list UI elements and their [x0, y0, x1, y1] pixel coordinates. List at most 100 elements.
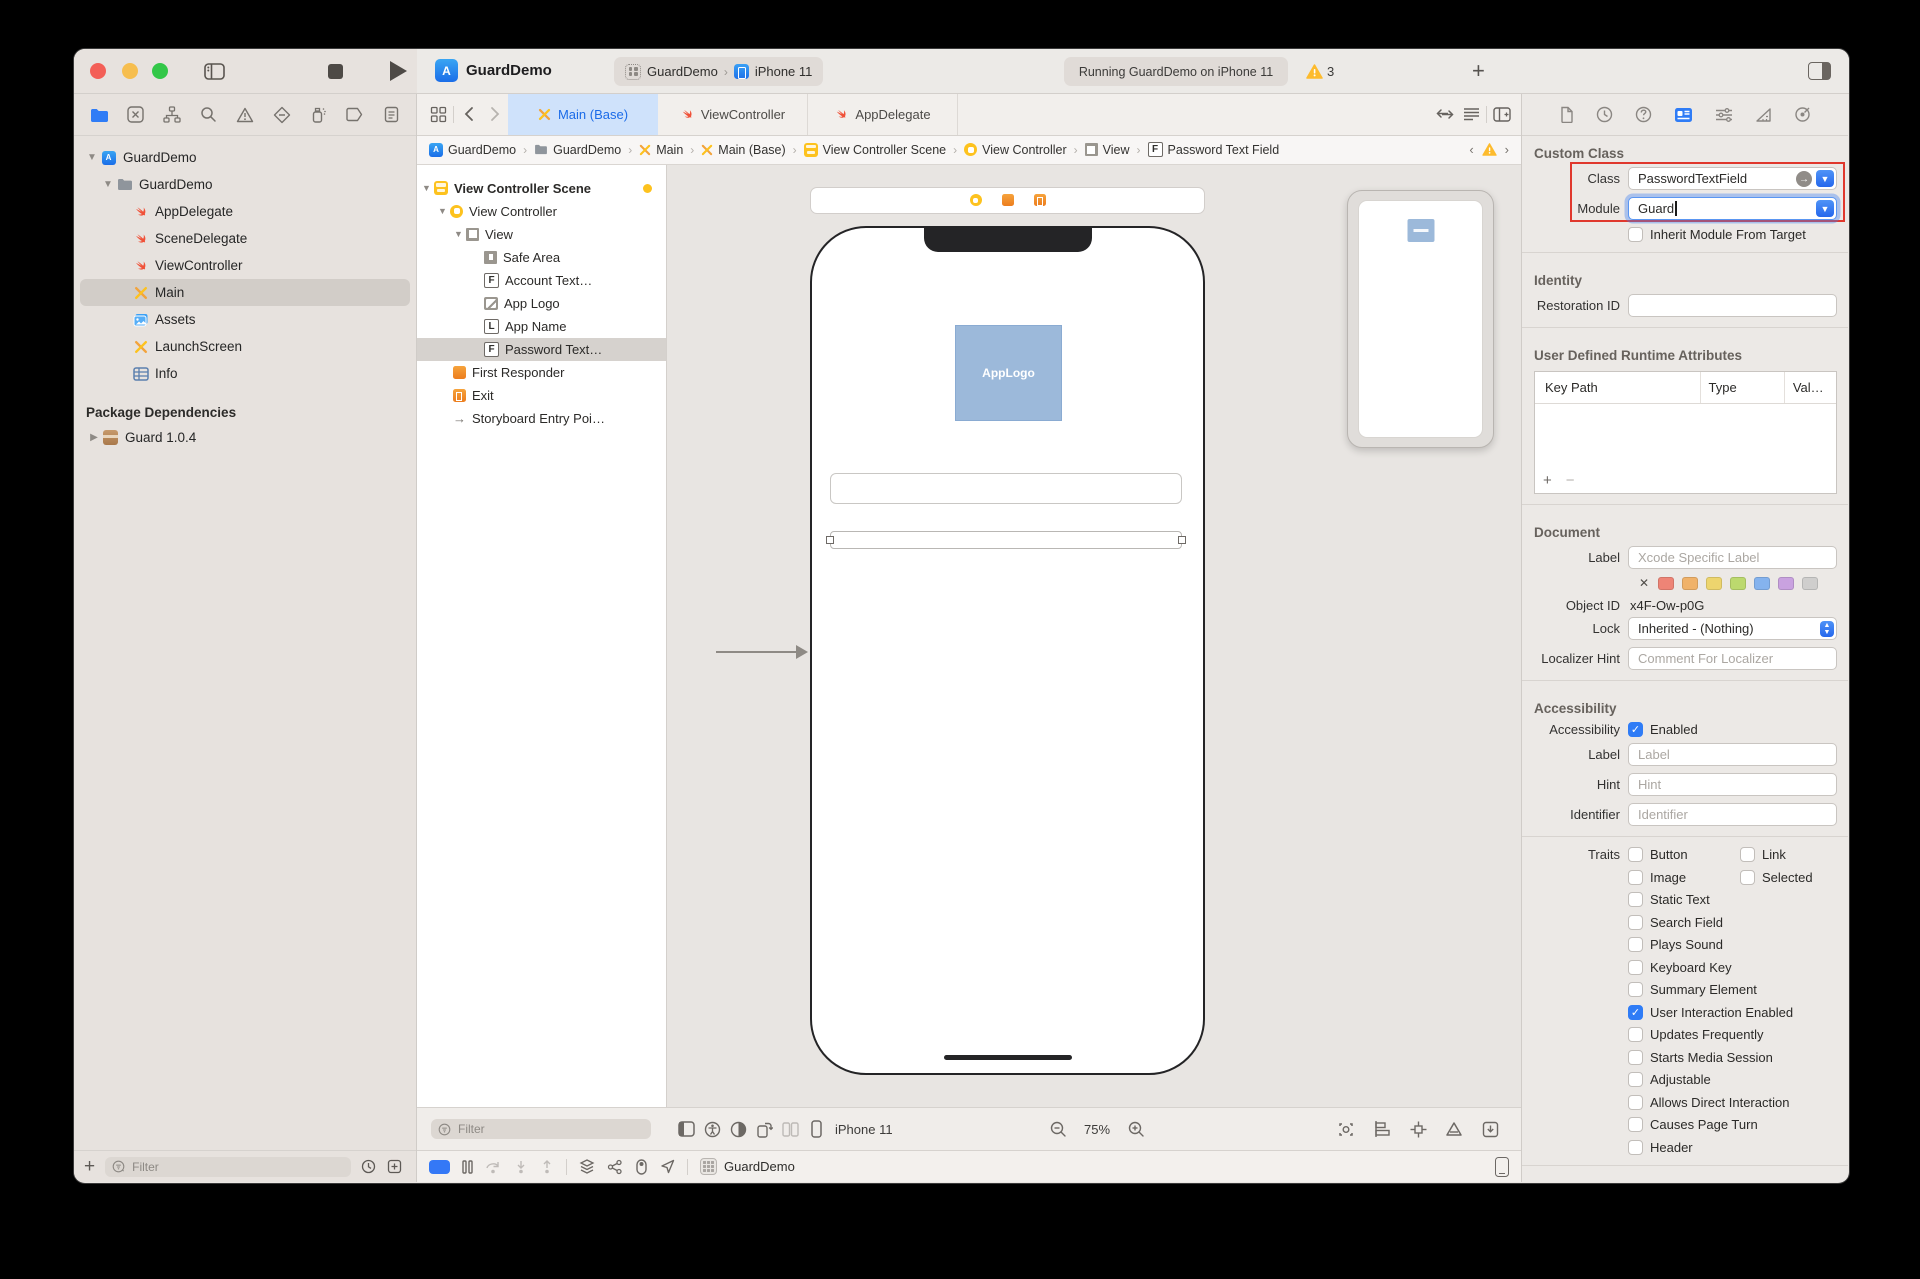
filter-scope-icon[interactable]: [385, 1158, 403, 1176]
view-hierarchy-icon[interactable]: [579, 1159, 595, 1174]
minimap-icon[interactable]: [1458, 94, 1484, 135]
iphone-scene[interactable]: AppLogo: [810, 226, 1205, 1075]
restoration-id-input[interactable]: [1636, 297, 1829, 314]
resize-handle-right[interactable]: [1178, 536, 1186, 544]
tree-item-launchscreen[interactable]: LaunchScreen: [80, 333, 410, 360]
a11y-hint-input[interactable]: [1636, 776, 1829, 793]
orientation-icon[interactable]: [751, 1121, 777, 1138]
accessibility-preview-icon[interactable]: [699, 1121, 725, 1138]
find-navigator-icon[interactable]: [198, 104, 220, 126]
color-swatch-gray[interactable]: [1802, 577, 1818, 590]
scene-update-dot[interactable]: [643, 184, 652, 193]
resolve-autolayout-icon[interactable]: [1441, 1121, 1467, 1137]
breadcrumb-main[interactable]: Main: [639, 143, 683, 157]
history-inspector-icon[interactable]: [1596, 106, 1613, 123]
device-icon[interactable]: [803, 1120, 829, 1138]
outline-scene[interactable]: ▼ View Controller Scene: [417, 177, 666, 200]
color-swatch-blue[interactable]: [1754, 577, 1770, 590]
class-field[interactable]: PasswordTextField → ▼: [1628, 167, 1837, 190]
appearance-icon[interactable]: [725, 1121, 751, 1138]
a11y-hint-field[interactable]: [1628, 773, 1837, 796]
code-review-icon[interactable]: [1432, 94, 1458, 135]
close-window-button[interactable]: [90, 63, 106, 79]
tree-item-package-guard[interactable]: ▶ Guard 1.0.4: [80, 424, 410, 451]
disclosure-chevron-icon[interactable]: ▶: [86, 432, 102, 443]
a11y-label-field[interactable]: [1628, 743, 1837, 766]
restoration-id-field[interactable]: [1628, 294, 1837, 317]
warning-indicator[interactable]: 3: [1306, 64, 1334, 79]
tab-appdelegate[interactable]: AppDelegate: [808, 94, 958, 135]
tree-item-assets[interactable]: Assets: [80, 306, 410, 333]
trait-link-checkbox[interactable]: [1740, 847, 1755, 862]
device-bezel-icon[interactable]: [1495, 1157, 1509, 1177]
color-swatch-red[interactable]: [1658, 577, 1674, 590]
outline-password-text-field-selected[interactable]: F Password Text…: [417, 338, 666, 361]
scheme-device[interactable]: iPhone 11: [755, 64, 813, 79]
back-chevron-icon[interactable]: [456, 94, 482, 135]
test-navigator-icon[interactable]: [271, 104, 293, 126]
color-swatch-yellow[interactable]: [1706, 577, 1722, 590]
app-logo-view[interactable]: AppLogo: [955, 325, 1062, 421]
trait-static-text-checkbox[interactable]: [1628, 892, 1643, 907]
color-swatch-purple[interactable]: [1778, 577, 1794, 590]
tree-item-info[interactable]: Info: [80, 360, 410, 387]
view-controller-icon[interactable]: [970, 194, 982, 206]
tree-item-scenedelegate[interactable]: SceneDelegate: [80, 225, 410, 252]
tree-item-appdelegate[interactable]: AppDelegate: [80, 198, 410, 225]
color-swatch-orange[interactable]: [1682, 577, 1698, 590]
color-swatch-green[interactable]: [1730, 577, 1746, 590]
lock-dropdown[interactable]: Inherited - (Nothing) ▲▼: [1628, 617, 1837, 640]
size-inspector-icon[interactable]: [1755, 107, 1772, 123]
trait-header-checkbox[interactable]: [1628, 1140, 1643, 1155]
navigator-filter-input[interactable]: [130, 1159, 344, 1175]
account-text-field-view[interactable]: [830, 473, 1182, 504]
add-constraints-icon[interactable]: [1405, 1121, 1431, 1138]
breakpoint-navigator-icon[interactable]: [344, 104, 366, 126]
a11y-identifier-field[interactable]: [1628, 803, 1837, 826]
zoom-window-button[interactable]: [152, 63, 168, 79]
zoom-in-icon[interactable]: [1123, 1121, 1149, 1138]
disclosure-chevron-icon[interactable]: ▼: [84, 152, 100, 163]
toggle-navigator-icon[interactable]: [202, 60, 226, 82]
attributes-inspector-icon[interactable]: [1715, 107, 1733, 123]
memory-graph-icon[interactable]: [607, 1159, 623, 1175]
breadcrumb-group[interactable]: GuardDemo: [534, 143, 621, 157]
outline-app-logo[interactable]: App Logo: [417, 292, 666, 315]
minimize-window-button[interactable]: [122, 63, 138, 79]
module-field-focused[interactable]: Guard ▼: [1628, 197, 1837, 220]
outline-view-controller[interactable]: ▼ View Controller: [417, 200, 666, 223]
embed-icon[interactable]: [1477, 1121, 1503, 1138]
device-name[interactable]: iPhone 11: [835, 1122, 893, 1137]
zoom-level[interactable]: 75%: [1084, 1122, 1110, 1137]
outline-filter-input[interactable]: [456, 1121, 644, 1137]
document-label-field[interactable]: [1628, 546, 1837, 569]
trait-starts-media-session-checkbox[interactable]: [1628, 1050, 1643, 1065]
issue-warning-icon[interactable]: [1482, 143, 1497, 156]
inherit-module-checkbox[interactable]: [1628, 227, 1643, 242]
trait-summary-element-checkbox[interactable]: [1628, 982, 1643, 997]
source-control-navigator-icon[interactable]: [125, 104, 147, 126]
add-attribute-button[interactable]: +: [1543, 472, 1552, 489]
a11y-identifier-input[interactable]: [1636, 806, 1829, 823]
remove-attribute-button[interactable]: −: [1566, 472, 1575, 489]
storyboard-entry-point-arrow[interactable]: [716, 645, 808, 659]
outline-exit[interactable]: Exit: [417, 384, 666, 407]
breadcrumb-main-base[interactable]: Main (Base): [701, 143, 785, 157]
breakpoints-toggle[interactable]: [429, 1160, 450, 1174]
trait-updates-frequently-checkbox[interactable]: [1628, 1027, 1643, 1042]
lock-stepper-icon[interactable]: ▲▼: [1820, 621, 1834, 637]
navigator-filter-field[interactable]: [105, 1157, 351, 1177]
trait-allows-direct-interaction-checkbox[interactable]: [1628, 1095, 1643, 1110]
outline-entry-point[interactable]: → Storyboard Entry Poi…: [417, 407, 666, 430]
run-button[interactable]: [390, 61, 407, 81]
outline-first-responder[interactable]: First Responder: [417, 361, 666, 384]
disclosure-chevron-icon[interactable]: ▼: [100, 179, 116, 190]
resize-handle-left[interactable]: [826, 536, 834, 544]
file-inspector-icon[interactable]: [1560, 106, 1574, 123]
add-editor-icon[interactable]: [1489, 94, 1515, 135]
breadcrumb-password-text-field[interactable]: FPassword Text Field: [1148, 142, 1280, 157]
report-navigator-icon[interactable]: [380, 104, 402, 126]
localizer-hint-input[interactable]: [1636, 650, 1829, 667]
debug-navigator-icon[interactable]: [307, 104, 329, 126]
no-color-icon[interactable]: ✕: [1639, 576, 1649, 590]
